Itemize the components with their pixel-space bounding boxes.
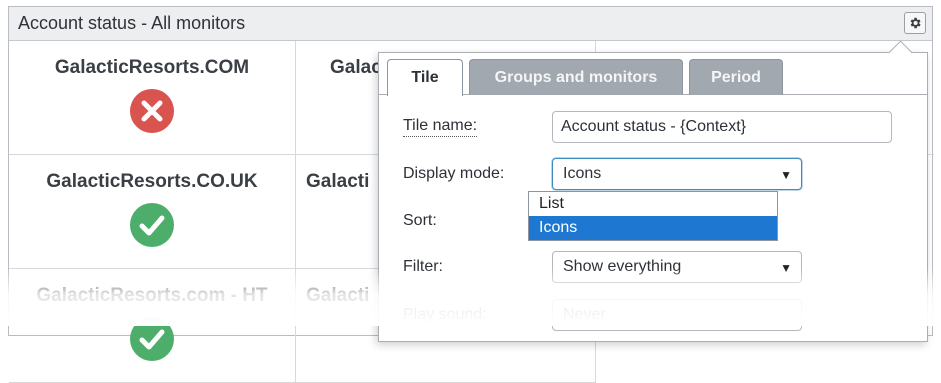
display-mode-select[interactable]: Icons ▼ bbox=[552, 158, 802, 190]
widget-title: Account status - All monitors bbox=[18, 13, 246, 33]
tile-name-input[interactable]: Account status - {Context} bbox=[552, 111, 892, 143]
play-sound-select[interactable]: Never bbox=[552, 299, 802, 331]
monitor-tile[interactable]: GalacticResorts.CO.UK bbox=[9, 155, 296, 269]
tile-name-value: Account status - {Context} bbox=[561, 118, 746, 135]
sort-row: Sort: bbox=[403, 205, 437, 237]
dropdown-option-icons[interactable]: Icons bbox=[529, 216, 777, 240]
dropdown-option-label: Icons bbox=[539, 219, 578, 236]
tile-name-row: Tile name: Account status - {Context} bbox=[403, 111, 903, 143]
tab-label: Groups and monitors bbox=[494, 68, 658, 86]
filter-row: Filter: Show everything ▼ bbox=[403, 251, 903, 283]
display-mode-label: Display mode: bbox=[403, 165, 505, 182]
tab-label: Tile bbox=[411, 69, 439, 86]
tab-tile[interactable]: Tile bbox=[387, 59, 463, 96]
dropdown-option-list[interactable]: List bbox=[529, 192, 777, 216]
filter-label: Filter: bbox=[403, 258, 443, 275]
check-circle-icon bbox=[130, 203, 174, 247]
monitor-tile[interactable]: GalacticResorts.com - HT bbox=[9, 269, 296, 383]
display-mode-value: Icons bbox=[563, 165, 602, 182]
x-circle-icon bbox=[130, 89, 174, 133]
display-mode-row: Display mode: Icons ▼ bbox=[403, 158, 903, 190]
tile-name-label: Tile name: bbox=[403, 117, 478, 137]
monitor-tile-name: GalacticResorts.CO.UK bbox=[46, 171, 258, 192]
chevron-down-icon: ▼ bbox=[780, 168, 792, 182]
tab-period[interactable]: Period bbox=[689, 59, 783, 95]
chevron-down-icon: ▼ bbox=[780, 261, 792, 275]
settings-button[interactable] bbox=[904, 12, 926, 34]
settings-tabbar: Tile Groups and monitors Period bbox=[379, 53, 927, 96]
check-circle-icon bbox=[130, 317, 174, 361]
filter-value: Show everything bbox=[563, 258, 682, 275]
tile-settings-panel: Tile Groups and monitors Period Tile nam… bbox=[378, 40, 928, 342]
monitor-tile[interactable]: GalacticResorts.COM bbox=[9, 41, 296, 155]
tab-groups-and-monitors[interactable]: Groups and monitors bbox=[469, 59, 683, 95]
tab-label: Period bbox=[711, 68, 761, 86]
filter-select[interactable]: Show everything ▼ bbox=[552, 251, 802, 283]
play-sound-label: Play sound: bbox=[403, 306, 487, 323]
dropdown-option-label: List bbox=[539, 195, 564, 212]
play-sound-row: Play sound: Never bbox=[403, 299, 903, 331]
display-mode-dropdown: List Icons bbox=[528, 191, 778, 241]
monitor-tile-name: GalacticResorts.COM bbox=[54, 57, 250, 78]
widget-header: Account status - All monitors bbox=[9, 7, 932, 41]
monitor-tile-name: GalacticResorts.com - HT bbox=[36, 285, 268, 306]
sort-label: Sort: bbox=[403, 212, 437, 229]
play-sound-value: Never bbox=[563, 306, 606, 323]
gear-icon bbox=[910, 17, 921, 29]
